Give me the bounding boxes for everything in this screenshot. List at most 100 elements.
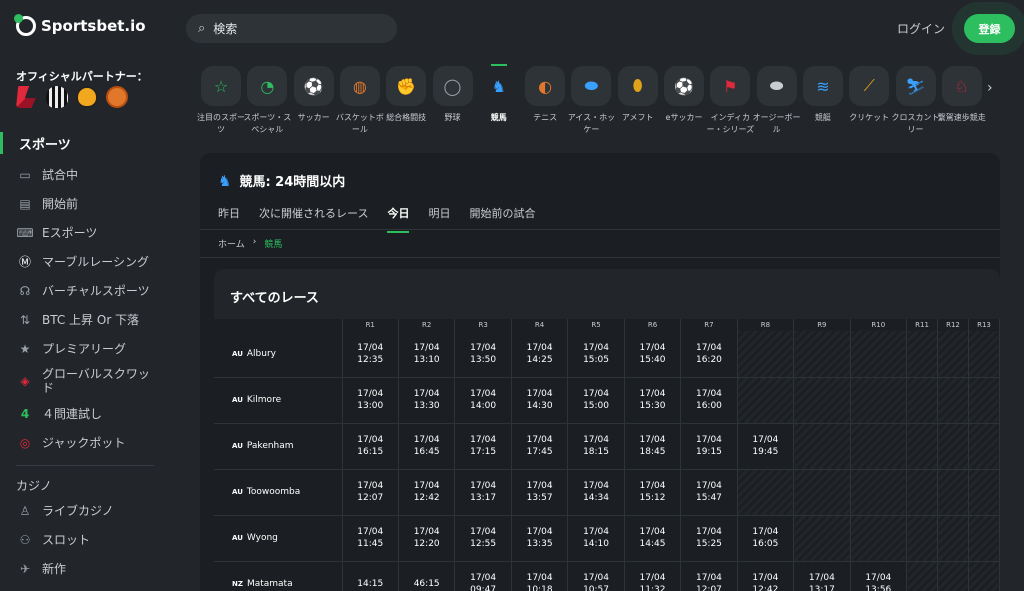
sidebar-item-slots[interactable]: ⚇ スロット: [0, 525, 170, 554]
race-time-cell[interactable]: 17/04 16:45: [398, 423, 456, 470]
sidebar-item-four-questions[interactable]: 4 ４問連試し: [0, 399, 170, 428]
race-time-cell[interactable]: 17/04 16:05: [737, 515, 795, 562]
search-input[interactable]: ⌕ 検索: [186, 14, 397, 43]
race-time-cell[interactable]: 17/04 14:45: [624, 515, 682, 562]
race-time-cell[interactable]: 17/04 13:57: [511, 469, 569, 516]
track-cell[interactable]: AU Albury: [214, 331, 343, 378]
race-time-cell[interactable]: 17/04 12:42: [737, 561, 795, 591]
race-date: 17/04: [526, 527, 553, 537]
newcastle-logo-icon[interactable]: [46, 86, 68, 108]
race-time-cell[interactable]: 17/04 10:57: [567, 561, 625, 591]
sport-item-baseball[interactable]: ◯ 野球: [431, 66, 475, 124]
race-time-cell[interactable]: 46:15: [398, 561, 456, 591]
race-time-cell[interactable]: 17/04 13:17: [793, 561, 851, 591]
sidebar-item-virtual-sports[interactable]: ☊ バーチャルスポーツ: [0, 276, 170, 305]
race-time-cell[interactable]: 14:15: [342, 561, 399, 591]
race-time-cell[interactable]: 17/04 11:32: [624, 561, 682, 591]
sidebar-item-jackpot[interactable]: ◎ ジャックポット: [0, 428, 170, 457]
race-time-cell[interactable]: 17/04 12:42: [398, 469, 456, 516]
sport-item-soccer[interactable]: ⚽ サッカー: [292, 66, 336, 124]
race-time-cell[interactable]: 17/04 13:10: [398, 331, 456, 378]
register-button[interactable]: 登録: [964, 14, 1015, 43]
sidebar-item-premier-league[interactable]: ★ プレミアリーグ: [0, 334, 170, 363]
race-date: 17/04: [357, 527, 384, 537]
race-time-cell[interactable]: 17/04 15:05: [567, 331, 625, 378]
race-time: 19:45: [752, 447, 779, 457]
race-time-cell[interactable]: 17/04 11:45: [342, 515, 399, 562]
race-time-cell[interactable]: 17/04 12:07: [342, 469, 399, 516]
race-time-cell[interactable]: 17/04 14:34: [567, 469, 625, 516]
race-time-cell[interactable]: 17/04 12:55: [454, 515, 512, 562]
race-time-cell[interactable]: 17/04 13:00: [342, 377, 399, 424]
sport-item-cross-country[interactable]: ⛷ クロスカントリー: [892, 66, 940, 136]
laliga-logo-icon[interactable]: [16, 86, 36, 108]
race-time-cell[interactable]: 17/04 15:25: [680, 515, 738, 562]
sidebar-item-live[interactable]: ▭ 試合中: [0, 160, 170, 189]
race-time-cell[interactable]: 17/04 14:10: [567, 515, 625, 562]
sidebar-item-esports[interactable]: ⌨ Eスポーツ: [0, 218, 170, 247]
nav-section-casino[interactable]: カジノ: [0, 474, 170, 496]
sidebar-item-btc-updown[interactable]: ⇅ BTC 上昇 Or 下落: [0, 305, 170, 334]
empty-race-cell: [937, 515, 969, 562]
sidebar-item-upcoming[interactable]: ▤ 開始前: [0, 189, 170, 218]
race-time-cell[interactable]: 17/04 15:00: [567, 377, 625, 424]
sidebar-item-marble-racing[interactable]: Ⓜ マーブルレーシング: [0, 247, 170, 276]
race-time-cell[interactable]: 17/04 13:30: [398, 377, 456, 424]
brand-logo[interactable]: Sportsbet.io: [14, 14, 146, 36]
sport-item-cricket[interactable]: ⟋ クリケット: [847, 66, 891, 124]
sport-item-esoccer[interactable]: ⚽ eサッカー: [662, 66, 706, 124]
race-time-cell[interactable]: 17/04 15:30: [624, 377, 682, 424]
track-cell[interactable]: AU Wyong: [214, 515, 343, 562]
login-button[interactable]: ログイン: [897, 20, 945, 37]
basketball-partner-logo-icon[interactable]: [106, 86, 128, 108]
sport-item-ice-hockey[interactable]: ⬬ アイス・ホッケー: [568, 66, 615, 136]
track-cell[interactable]: AU Pakenham: [214, 423, 343, 470]
race-time-cell[interactable]: 17/04 15:12: [624, 469, 682, 516]
race-time-cell[interactable]: 17/04 19:15: [680, 423, 738, 470]
track-cell[interactable]: AU Toowoomba: [214, 469, 343, 516]
sport-item-harness-racing[interactable]: ♘ 繋駕速歩競走: [938, 66, 986, 124]
hull-city-logo-icon[interactable]: [76, 86, 98, 108]
sport-item-horse-racing[interactable]: ♞ 競馬: [477, 64, 521, 124]
race-time-cell[interactable]: 17/04 13:50: [454, 331, 512, 378]
sport-item-american-football[interactable]: ⬮ アメフト: [616, 66, 660, 124]
nav-section-sports[interactable]: スポーツ: [0, 132, 170, 154]
sidebar-item-live-casino[interactable]: ♙ ライブカジノ: [0, 496, 170, 525]
sidebar-item-global-squad[interactable]: ◈ グローバルスクワッド: [0, 363, 170, 399]
race-time-cell[interactable]: 17/04 16:15: [342, 423, 399, 470]
race-time-cell[interactable]: 17/04 10:18: [511, 561, 569, 591]
breadcrumb-home[interactable]: ホーム: [218, 237, 245, 250]
race-time-cell[interactable]: 17/04 15:47: [680, 469, 738, 516]
sport-item-aussie-rules[interactable]: ⬬ オージーボール: [753, 66, 801, 136]
race-time-cell[interactable]: 17/04 19:45: [737, 423, 795, 470]
track-cell[interactable]: AU Kilmore: [214, 377, 343, 424]
race-time-cell[interactable]: 17/04 12:07: [680, 561, 738, 591]
race-time-cell[interactable]: 17/04 18:45: [624, 423, 682, 470]
chevron-right-icon[interactable]: ›: [987, 80, 993, 96]
race-time-cell[interactable]: 17/04 14:00: [454, 377, 512, 424]
race-time-cell[interactable]: 17/04 15:40: [624, 331, 682, 378]
race-time-cell[interactable]: 17/04 18:15: [567, 423, 625, 470]
race-time-cell[interactable]: 17/04 13:56: [850, 561, 908, 591]
race-time-cell[interactable]: 17/04 13:35: [511, 515, 569, 562]
sport-item-indycar[interactable]: ⚑ インディカー・シリーズ: [706, 66, 754, 136]
sport-item-star[interactable]: ☆ 注目のスポーツ: [197, 66, 245, 136]
race-time-cell[interactable]: 17/04 14:30: [511, 377, 569, 424]
track-cell[interactable]: NZ Matamata: [214, 561, 343, 591]
sport-item-special[interactable]: ◔ スポーツ・スペシャル: [243, 66, 291, 136]
sidebar-item-new[interactable]: ✈ 新作: [0, 554, 170, 583]
race-time-cell[interactable]: 17/04 14:25: [511, 331, 569, 378]
sport-item-tennis[interactable]: ◐ テニス: [523, 66, 567, 124]
race-time-cell[interactable]: 17/04 09:47: [454, 561, 512, 591]
race-time-cell[interactable]: 17/04 12:20: [398, 515, 456, 562]
sport-item-mma[interactable]: ✊ 総合格闘技: [384, 66, 428, 124]
race-time-cell[interactable]: 17/04 16:20: [680, 331, 738, 378]
race-time-cell[interactable]: 17/04 17:15: [454, 423, 512, 470]
sport-item-basketball[interactable]: ◍ バスケットボール: [336, 66, 384, 136]
race-time-cell[interactable]: 17/04 17:45: [511, 423, 569, 470]
race-time-cell[interactable]: 17/04 13:17: [454, 469, 512, 516]
race-time-cell[interactable]: 17/04 16:00: [680, 377, 738, 424]
sport-item-boat-racing[interactable]: ≋ 競艇: [801, 66, 845, 124]
race-date: 17/04: [470, 481, 497, 491]
race-time-cell[interactable]: 17/04 12:35: [342, 331, 399, 378]
